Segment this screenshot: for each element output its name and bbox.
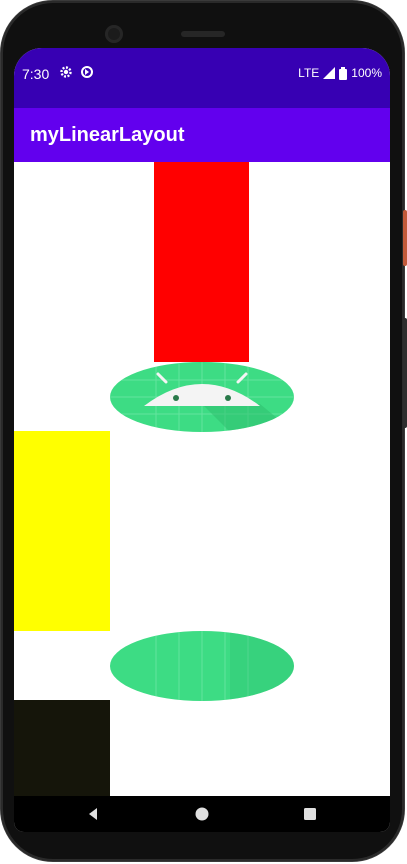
recents-icon[interactable]: [303, 807, 317, 821]
navigation-bar: [14, 796, 390, 832]
front-camera: [105, 25, 123, 43]
status-bar: 7:30 LTE 100%: [14, 48, 390, 108]
green-ellipse-image: [110, 631, 294, 701]
dark-block: [14, 700, 110, 796]
data-saver-icon: [81, 66, 93, 78]
side-button-volume: [403, 318, 407, 428]
battery-icon: [339, 66, 348, 80]
android-logo-image: [110, 362, 294, 432]
app-title: myLinearLayout: [30, 124, 185, 146]
home-icon[interactable]: [195, 807, 209, 821]
red-block: [154, 162, 249, 362]
status-right-group: LTE 100%: [298, 66, 382, 80]
app-bar: myLinearLayout: [14, 108, 390, 162]
settings-gear-icon: [60, 66, 72, 78]
side-button-upper: [403, 210, 407, 266]
network-type: LTE: [298, 66, 320, 80]
yellow-block: [14, 431, 110, 631]
back-icon[interactable]: [86, 807, 100, 821]
battery-percent: 100%: [351, 66, 382, 80]
earpiece-speaker: [181, 31, 225, 37]
signal-icon: [323, 67, 336, 79]
device-screen: 7:30 LTE 100% myLinearLayout: [14, 48, 390, 832]
linear-layout-content: [14, 162, 390, 796]
status-time: 7:30: [22, 66, 50, 82]
